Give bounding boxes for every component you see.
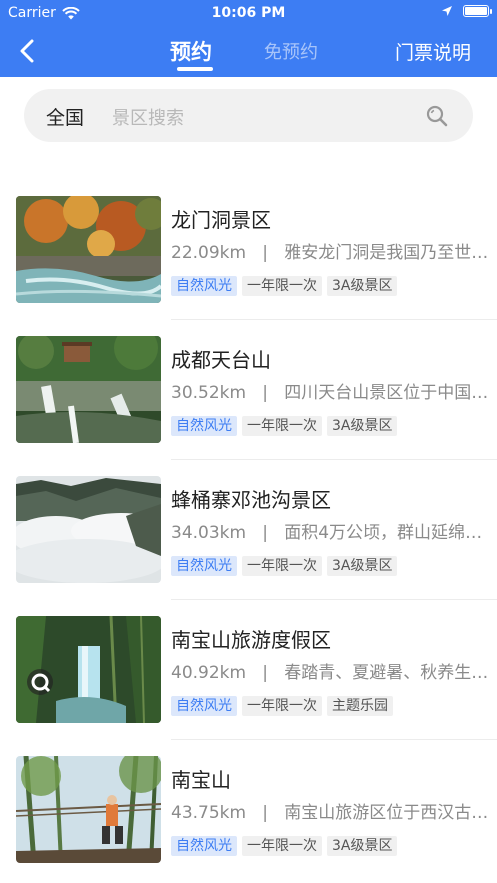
ticket-info-link[interactable]: 门票说明 xyxy=(395,38,471,65)
scenic-image xyxy=(16,616,161,723)
scenic-list: 龙门洞景区 22.09km | 雅安龙门洞是我国乃至世界罕见的地质奇观 自然风光… xyxy=(0,180,497,880)
scenic-distance: 43.75km xyxy=(171,803,247,823)
scenic-distance: 34.03km xyxy=(171,523,247,543)
scenic-description: 南宝山旅游区位于西汉古镇平乐 xyxy=(284,803,489,823)
tag-limit: 一年限一次 xyxy=(242,416,322,436)
scenic-meta: 43.75km | 南宝山旅游区位于西汉古镇平乐 xyxy=(171,798,489,823)
scenic-distance: 22.09km xyxy=(171,243,247,263)
tag-category: 自然风光 xyxy=(171,696,237,716)
scenic-description: 四川天台山景区位于中国成都邛崃市 xyxy=(284,383,489,403)
tag-group: 自然风光 一年限一次 3A级景区 xyxy=(171,836,398,856)
scenic-title: 龙门洞景区 xyxy=(171,208,271,232)
tag-limit: 一年限一次 xyxy=(242,276,322,296)
list-item[interactable]: 南宝山旅游度假区 40.92km | 春踏青、夏避暑、秋养生、冬赏雪 自然风光 … xyxy=(0,600,497,740)
scenic-description: 春踏青、夏避暑、秋养生、冬赏雪 xyxy=(284,663,489,683)
tab-underline xyxy=(177,67,213,71)
scenic-title: 南宝山旅游度假区 xyxy=(171,628,331,652)
back-button[interactable] xyxy=(12,36,42,66)
location-arrow-icon xyxy=(442,6,452,16)
tag-level: 3A级景区 xyxy=(327,416,398,436)
scenic-title: 成都天台山 xyxy=(171,348,271,372)
scenic-meta: 30.52km | 四川天台山景区位于中国成都邛崃市 xyxy=(171,378,489,403)
tag-level: 主题乐园 xyxy=(327,696,393,716)
scenic-image xyxy=(16,476,161,583)
list-item[interactable]: 南宝山 43.75km | 南宝山旅游区位于西汉古镇平乐 自然风光 一年限一次 … xyxy=(0,740,497,880)
chevron-left-icon xyxy=(20,39,34,63)
scenic-meta: 34.03km | 面积4万公顷，群山延绵，林海茫茫 xyxy=(171,518,489,543)
scenic-distance: 40.92km xyxy=(171,663,247,683)
list-item[interactable]: 成都天台山 30.52km | 四川天台山景区位于中国成都邛崃市 自然风光 一年… xyxy=(0,320,497,460)
scenic-distance: 30.52km xyxy=(171,383,247,403)
tag-group: 自然风光 一年限一次 主题乐园 xyxy=(171,696,393,716)
tag-category: 自然风光 xyxy=(171,836,237,856)
tag-category: 自然风光 xyxy=(171,556,237,576)
status-time: 10:06 PM xyxy=(211,5,286,21)
tag-category: 自然风光 xyxy=(171,276,237,296)
tag-limit: 一年限一次 xyxy=(242,836,322,856)
list-item[interactable]: 蜂桶寨邓池沟景区 34.03km | 面积4万公顷，群山延绵，林海茫茫 自然风光… xyxy=(0,460,497,600)
scenic-title: 蜂桶寨邓池沟景区 xyxy=(171,488,331,512)
scenic-meta: 40.92km | 春踏青、夏避暑、秋养生、冬赏雪 xyxy=(171,658,489,683)
tag-level: 3A级景区 xyxy=(327,276,398,296)
tab-no-reservation[interactable]: 免预约 xyxy=(264,38,318,64)
tab-reservation-label: 预约 xyxy=(170,40,212,64)
scenic-title: 南宝山 xyxy=(171,768,231,792)
tag-level: 3A级景区 xyxy=(327,556,398,576)
tab-reservation[interactable]: 预约 xyxy=(170,36,213,71)
scenic-description: 雅安龙门洞是我国乃至世界罕见的地质奇观 xyxy=(284,243,489,263)
scenic-image xyxy=(16,196,161,303)
tag-group: 自然风光 一年限一次 3A级景区 xyxy=(171,416,398,436)
header: Carrier 10:06 PM 预约 免预约 门票说明 xyxy=(0,0,497,77)
search-input[interactable]: 景区搜索 xyxy=(112,104,184,130)
search-icon[interactable] xyxy=(425,104,449,128)
status-bar: Carrier 10:06 PM xyxy=(0,0,497,26)
tag-level: 3A级景区 xyxy=(327,836,398,856)
scenic-image xyxy=(16,756,161,863)
scenic-image xyxy=(16,336,161,443)
tag-category: 自然风光 xyxy=(171,416,237,436)
scenic-description: 面积4万公顷，群山延绵，林海茫茫 xyxy=(284,523,489,543)
tag-group: 自然风光 一年限一次 3A级景区 xyxy=(171,276,398,296)
tag-limit: 一年限一次 xyxy=(242,556,322,576)
tag-group: 自然风光 一年限一次 3A级景区 xyxy=(171,556,398,576)
nav-bar: 预约 免预约 门票说明 xyxy=(0,26,497,77)
search-bar[interactable]: 全国 景区搜索 xyxy=(24,89,473,142)
scenic-meta: 22.09km | 雅安龙门洞是我国乃至世界罕见的地质奇观 xyxy=(171,238,489,263)
region-selector[interactable]: 全国 xyxy=(46,103,84,130)
battery-icon xyxy=(463,5,492,17)
tag-limit: 一年限一次 xyxy=(242,696,322,716)
list-item[interactable]: 龙门洞景区 22.09km | 雅安龙门洞是我国乃至世界罕见的地质奇观 自然风光… xyxy=(0,180,497,320)
